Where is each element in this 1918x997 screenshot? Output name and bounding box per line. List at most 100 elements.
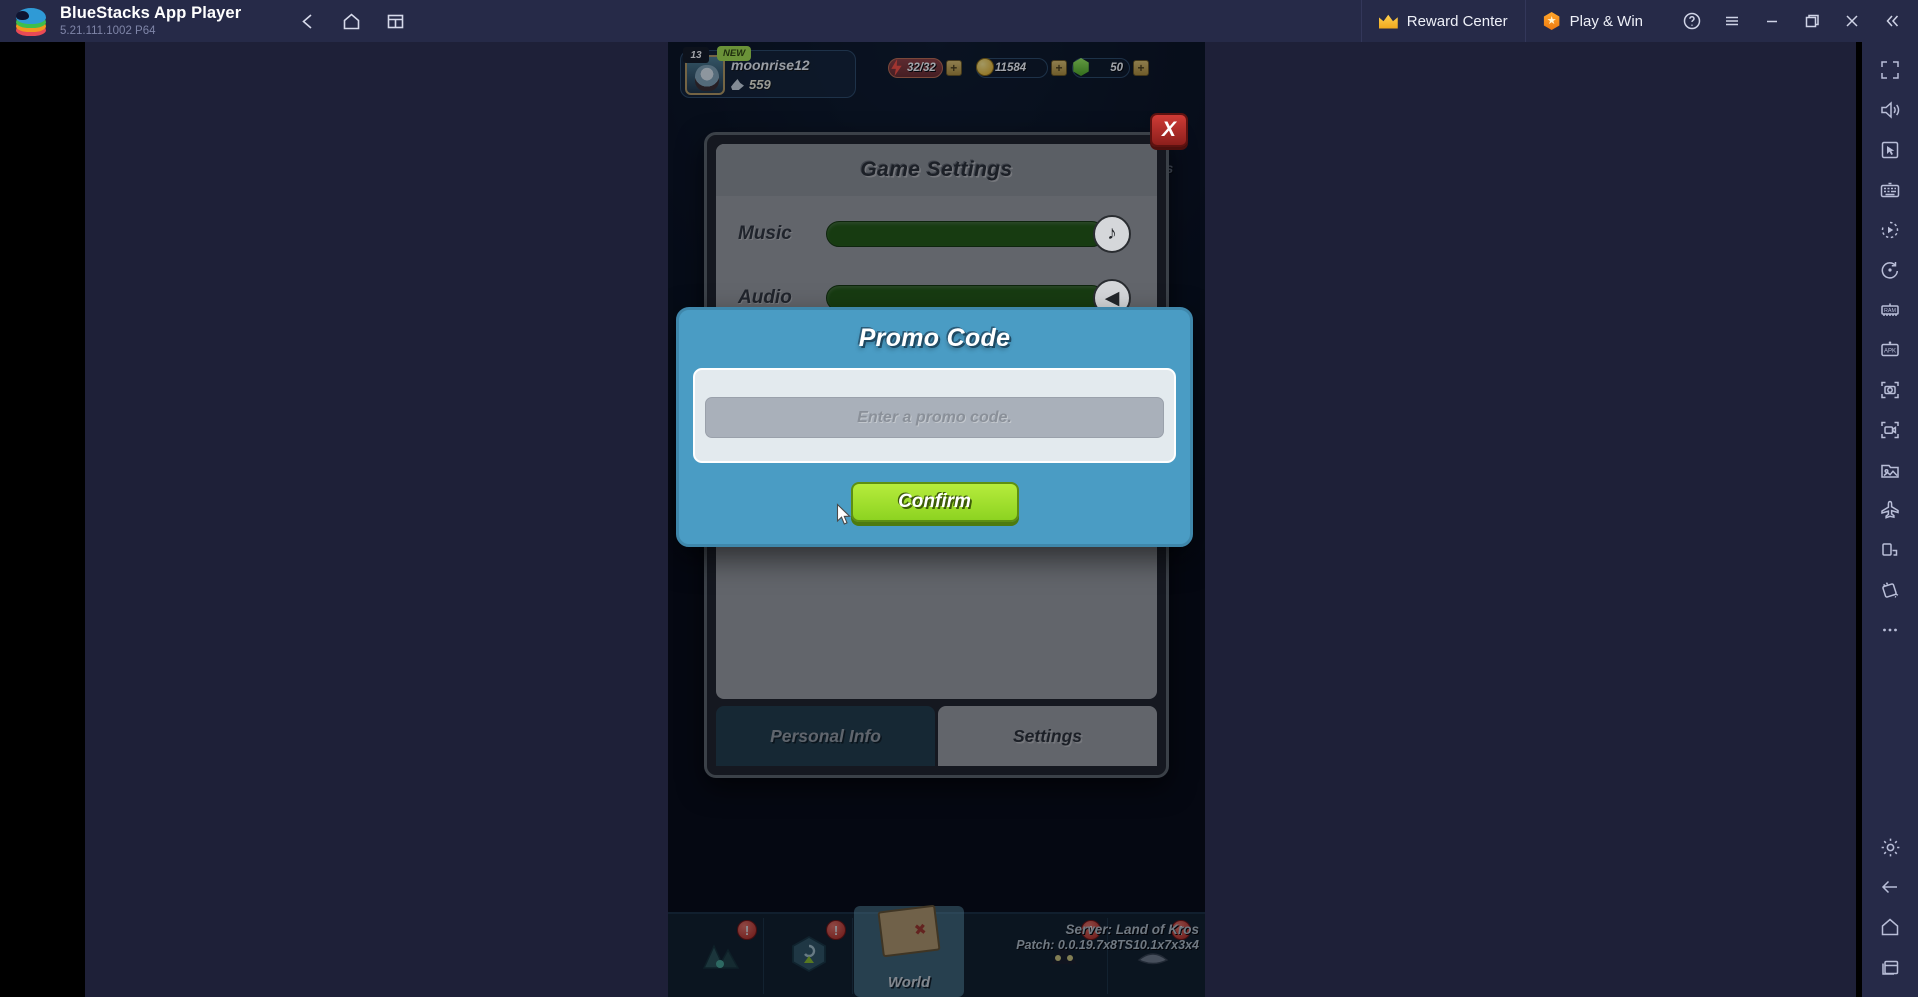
confirm-button[interactable]: Confirm [850,482,1019,522]
home-button[interactable] [329,0,373,42]
coin-icon [976,58,994,76]
tab-settings[interactable]: Settings [938,706,1157,766]
power-icon [731,79,744,90]
gold-plus-button[interactable]: + [1051,60,1067,76]
pointer-icon [1881,141,1899,159]
gem-icon [787,934,831,974]
screen-record-button[interactable] [1862,410,1918,450]
crown-icon [1379,14,1398,29]
gear-icon [1881,838,1899,856]
minimize-button[interactable] [1752,0,1792,42]
gold-resource[interactable]: 11584 + [976,57,1067,79]
nav-item-gem-upgrade[interactable]: ! [765,918,853,994]
shake-button[interactable] [1862,570,1918,610]
ram-icon: RAM [1881,303,1899,316]
power-value: 559 [749,77,771,92]
music-slider-row[interactable]: Music ♪ [716,208,1157,260]
play-record-icon [1881,221,1899,239]
app-stage: 13 NEW moonrise12 559 32/32 + 11584 + 50… [0,42,1918,997]
screenshot-button[interactable] [1862,370,1918,410]
music-note-icon[interactable]: ♪ [1093,215,1131,253]
notification-badge: ! [826,920,846,940]
hamburger-icon [1726,16,1738,26]
chevron-double-left-icon [1886,15,1899,27]
volume-icon [1881,101,1900,119]
nav-item-world[interactable]: ✖ World [854,904,964,997]
titlebar: BlueStacks App Player 5.21.111.1002 P64 … [0,0,1918,42]
minimize-icon [1767,20,1777,23]
settings-button[interactable] [1862,827,1918,867]
player-name: moonrise12 [731,57,810,73]
android-back-button[interactable] [1862,867,1918,907]
map-icon: ✖ [877,904,941,958]
promo-code-title: Promo Code [858,324,1011,352]
settings-title: Game Settings [860,158,1013,181]
back-button[interactable] [285,0,329,42]
right-toolbar: RAM APK [1862,42,1918,997]
fullscreen-button[interactable] [1862,50,1918,90]
pointer-controls-button[interactable] [1862,130,1918,170]
star-hex-icon: ★ [1543,12,1560,30]
menu-button[interactable] [1712,0,1752,42]
close-panel-button[interactable]: X [1150,113,1188,147]
player-power: 559 [731,77,771,92]
home-icon [1881,918,1899,936]
eco-mode-button[interactable] [1862,490,1918,530]
player-level: 13 [683,47,709,63]
reward-center-button[interactable]: Reward Center [1360,0,1525,42]
collapse-sidebar-button[interactable] [1872,0,1912,42]
play-and-win-button[interactable]: ★ Play & Win [1524,0,1660,42]
server-name: Server: Land of Kros [1065,922,1199,937]
app-title: BlueStacks App Player [60,4,242,23]
tab-personal-info[interactable]: Personal Info [716,706,935,766]
bluestacks-logo-icon [14,4,48,38]
game-bottom-nav: ! ! ✖ World ! ! Server: Land of Kros Pat… [668,904,1205,997]
android-home-button[interactable] [1862,907,1918,947]
settings-tab-bar: Personal Info Settings [716,706,1157,766]
camera-icon [1881,381,1899,399]
energy-plus-button[interactable]: + [945,60,962,76]
svg-text:APK: APK [1884,349,1896,355]
install-apk-button[interactable]: APK [1862,330,1918,370]
gem-plus-button[interactable]: + [1133,60,1149,76]
promo-code-placeholder: Enter a promo code. [857,408,1012,426]
close-button[interactable] [1832,0,1872,42]
server-info: Server: Land of Kros Patch: 0.0.19.7x8TS… [1016,922,1199,952]
maximize-button[interactable] [1792,0,1832,42]
audio-label: Audio [738,287,792,308]
mouse-cursor [836,503,851,525]
help-button[interactable] [1672,0,1712,42]
svg-text:RAM: RAM [1884,308,1896,314]
multi-instance-button[interactable] [373,0,417,42]
promo-code-dialog: Promo Code Enter a promo code. Confirm [676,307,1193,547]
settings-title-bar: Game Settings [716,144,1157,196]
titlebar-nav-group [285,0,417,42]
player-card[interactable]: 13 NEW moonrise12 559 [680,46,856,98]
promo-code-input[interactable]: Enter a promo code. [705,397,1164,438]
recent-apps-button[interactable] [1862,947,1918,987]
camp-icon [698,934,742,974]
windows-icon [387,14,404,28]
ram-cleaner-button[interactable]: RAM [1862,290,1918,330]
ellipsis-icon [1883,628,1897,632]
volume-button[interactable] [1862,90,1918,130]
device-tilt-icon [1882,543,1898,556]
energy-resource[interactable]: 32/32 + [888,57,962,79]
tilt-controls-button[interactable] [1862,530,1918,570]
nav-item-camp[interactable]: ! [676,918,764,994]
tab-settings-label: Settings [1012,725,1083,746]
apk-icon: APK [1881,341,1899,357]
recents-icon [1882,960,1899,975]
macro-recorder-button[interactable] [1862,210,1918,250]
media-manager-button[interactable] [1862,450,1918,490]
tab-personal-info-label: Personal Info [770,725,881,746]
fullscreen-icon [1881,61,1899,79]
video-camera-icon [1881,421,1899,439]
more-button[interactable] [1862,610,1918,650]
rotate-button[interactable] [1862,250,1918,290]
rotate-icon [1881,262,1899,279]
music-slider-track[interactable] [826,221,1105,247]
keyboard-controls-button[interactable] [1862,170,1918,210]
gem-resource[interactable]: 50 + [1072,57,1149,79]
game-viewport[interactable]: 13 NEW moonrise12 559 32/32 + 11584 + 50… [668,42,1205,997]
